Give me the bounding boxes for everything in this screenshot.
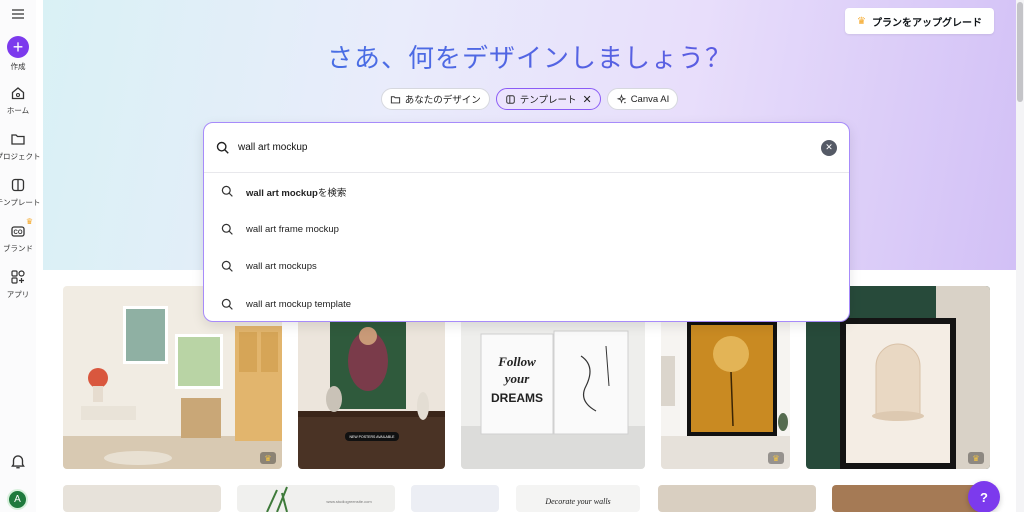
create-item[interactable]: + 作成 <box>0 24 36 72</box>
follow-text-2: your <box>503 371 531 386</box>
chip-your-designs[interactable]: あなたのデザイン <box>380 88 490 110</box>
search-icon <box>216 141 229 154</box>
template-card[interactable] <box>832 485 990 512</box>
search-input[interactable] <box>238 142 821 153</box>
apps-icon <box>9 268 27 286</box>
search-icon <box>221 223 233 235</box>
help-button[interactable]: ? <box>968 481 1000 512</box>
search-icon <box>221 186 233 198</box>
svg-text:CO: CO <box>14 230 23 236</box>
page-title: さあ、何をデザインしましょう？ <box>43 38 1016 75</box>
suggestion-text: wall art frame mockup <box>246 223 339 235</box>
sidebar-item-label: テンプレート <box>0 198 41 207</box>
follow-text-3: DREAMS <box>491 391 543 405</box>
template-card[interactable] <box>411 485 499 512</box>
upgrade-button[interactable]: ♛ プランをアップグレード <box>845 8 994 34</box>
crown-icon: ♛ <box>25 217 33 226</box>
decorate-text: Decorate your walls <box>544 497 610 506</box>
scrollbar[interactable] <box>1016 0 1024 512</box>
filter-chips: あなたのデザイン テンプレート ✕ Canva AI <box>43 88 1016 110</box>
close-icon[interactable]: ✕ <box>582 93 591 106</box>
search-suggestion[interactable]: wall art mockupを検索 <box>204 173 849 211</box>
suggestion-text: wall art mockupを検索 <box>246 185 346 199</box>
avatar[interactable]: A <box>7 489 28 510</box>
menu-button[interactable] <box>6 4 30 24</box>
follow-text-1: Follow <box>497 354 536 369</box>
bell-icon[interactable] <box>9 452 27 475</box>
plus-icon: + <box>7 36 29 58</box>
scrollbar-thumb[interactable] <box>1017 2 1023 102</box>
template-card[interactable]: Decorate your walls <box>516 485 640 512</box>
sidebar-item-brand[interactable]: CO ♛ ブランド <box>0 217 36 254</box>
sidebar-item-apps[interactable]: アプリ <box>0 268 36 300</box>
poster-badge-text: NEW POSTERS AVAILABLE <box>350 435 396 439</box>
sidebar-item-label: プロジェクト <box>0 152 41 161</box>
sidebar-item-label: ブランド <box>3 244 33 253</box>
sidebar-item-templates[interactable]: テンプレート <box>0 176 40 208</box>
chip-label: あなたのデザイン <box>404 95 481 106</box>
chip-canva-ai[interactable]: Canva AI <box>606 88 679 110</box>
template-card[interactable] <box>658 485 816 512</box>
search-icon <box>221 298 233 310</box>
suggestion-suffix: を検索 <box>317 187 347 199</box>
crown-icon: ♛ <box>260 452 276 464</box>
folder-icon <box>9 130 27 148</box>
crown-icon: ♛ <box>768 452 784 464</box>
chip-templates[interactable]: テンプレート ✕ <box>495 88 601 110</box>
create-label: 作成 <box>10 62 26 71</box>
home-icon <box>9 84 27 102</box>
sidebar-item-label: アプリ <box>6 290 30 299</box>
search-bar: ✕ <box>204 123 849 173</box>
suggestion-text: wall art mockups <box>246 261 317 273</box>
search-panel: ✕ wall art mockupを検索 wall art frame mock… <box>203 122 850 322</box>
search-suggestion[interactable]: wall art mockup template <box>204 286 849 324</box>
chip-label: テンプレート <box>519 95 577 106</box>
sidebar-item-projects[interactable]: プロジェクト <box>0 130 41 162</box>
template-icon <box>9 176 27 194</box>
suggestion-query: wall art mockup <box>246 187 318 199</box>
sparkle-icon <box>616 93 626 104</box>
search-icon <box>221 261 233 273</box>
upgrade-label: プランをアップグレード <box>872 17 982 29</box>
close-icon: ✕ <box>825 142 833 152</box>
template-card[interactable]: www.studiogreensite.com <box>237 485 395 512</box>
search-suggestion[interactable]: wall art mockups <box>204 248 849 286</box>
chip-label: Canva AI <box>630 93 670 105</box>
sidebar-item-home[interactable]: ホーム <box>0 84 36 116</box>
url-text: www.studiogreensite.com <box>326 499 372 504</box>
clear-search-button[interactable]: ✕ <box>821 139 837 156</box>
template-thumbnail-decorate: Decorate your walls <box>544 497 610 506</box>
sidebar-item-label: ホーム <box>6 106 30 115</box>
suggestion-text: wall art mockup template <box>246 298 352 310</box>
brand-icon: CO ♛ <box>9 217 33 240</box>
folder-icon <box>390 95 400 103</box>
sidebar: + 作成 ホーム プロジェクト テンプレート CO ♛ ブランド アプリ A <box>0 0 41 512</box>
crown-icon: ♛ <box>968 452 984 464</box>
hamburger-icon <box>12 9 24 19</box>
template-card[interactable] <box>63 485 221 512</box>
search-suggestion[interactable]: wall art frame mockup <box>204 211 849 249</box>
template-icon <box>505 94 515 104</box>
template-thumbnail-plant: www.studiogreensite.com <box>266 486 372 512</box>
crown-icon: ♛ <box>857 15 866 27</box>
